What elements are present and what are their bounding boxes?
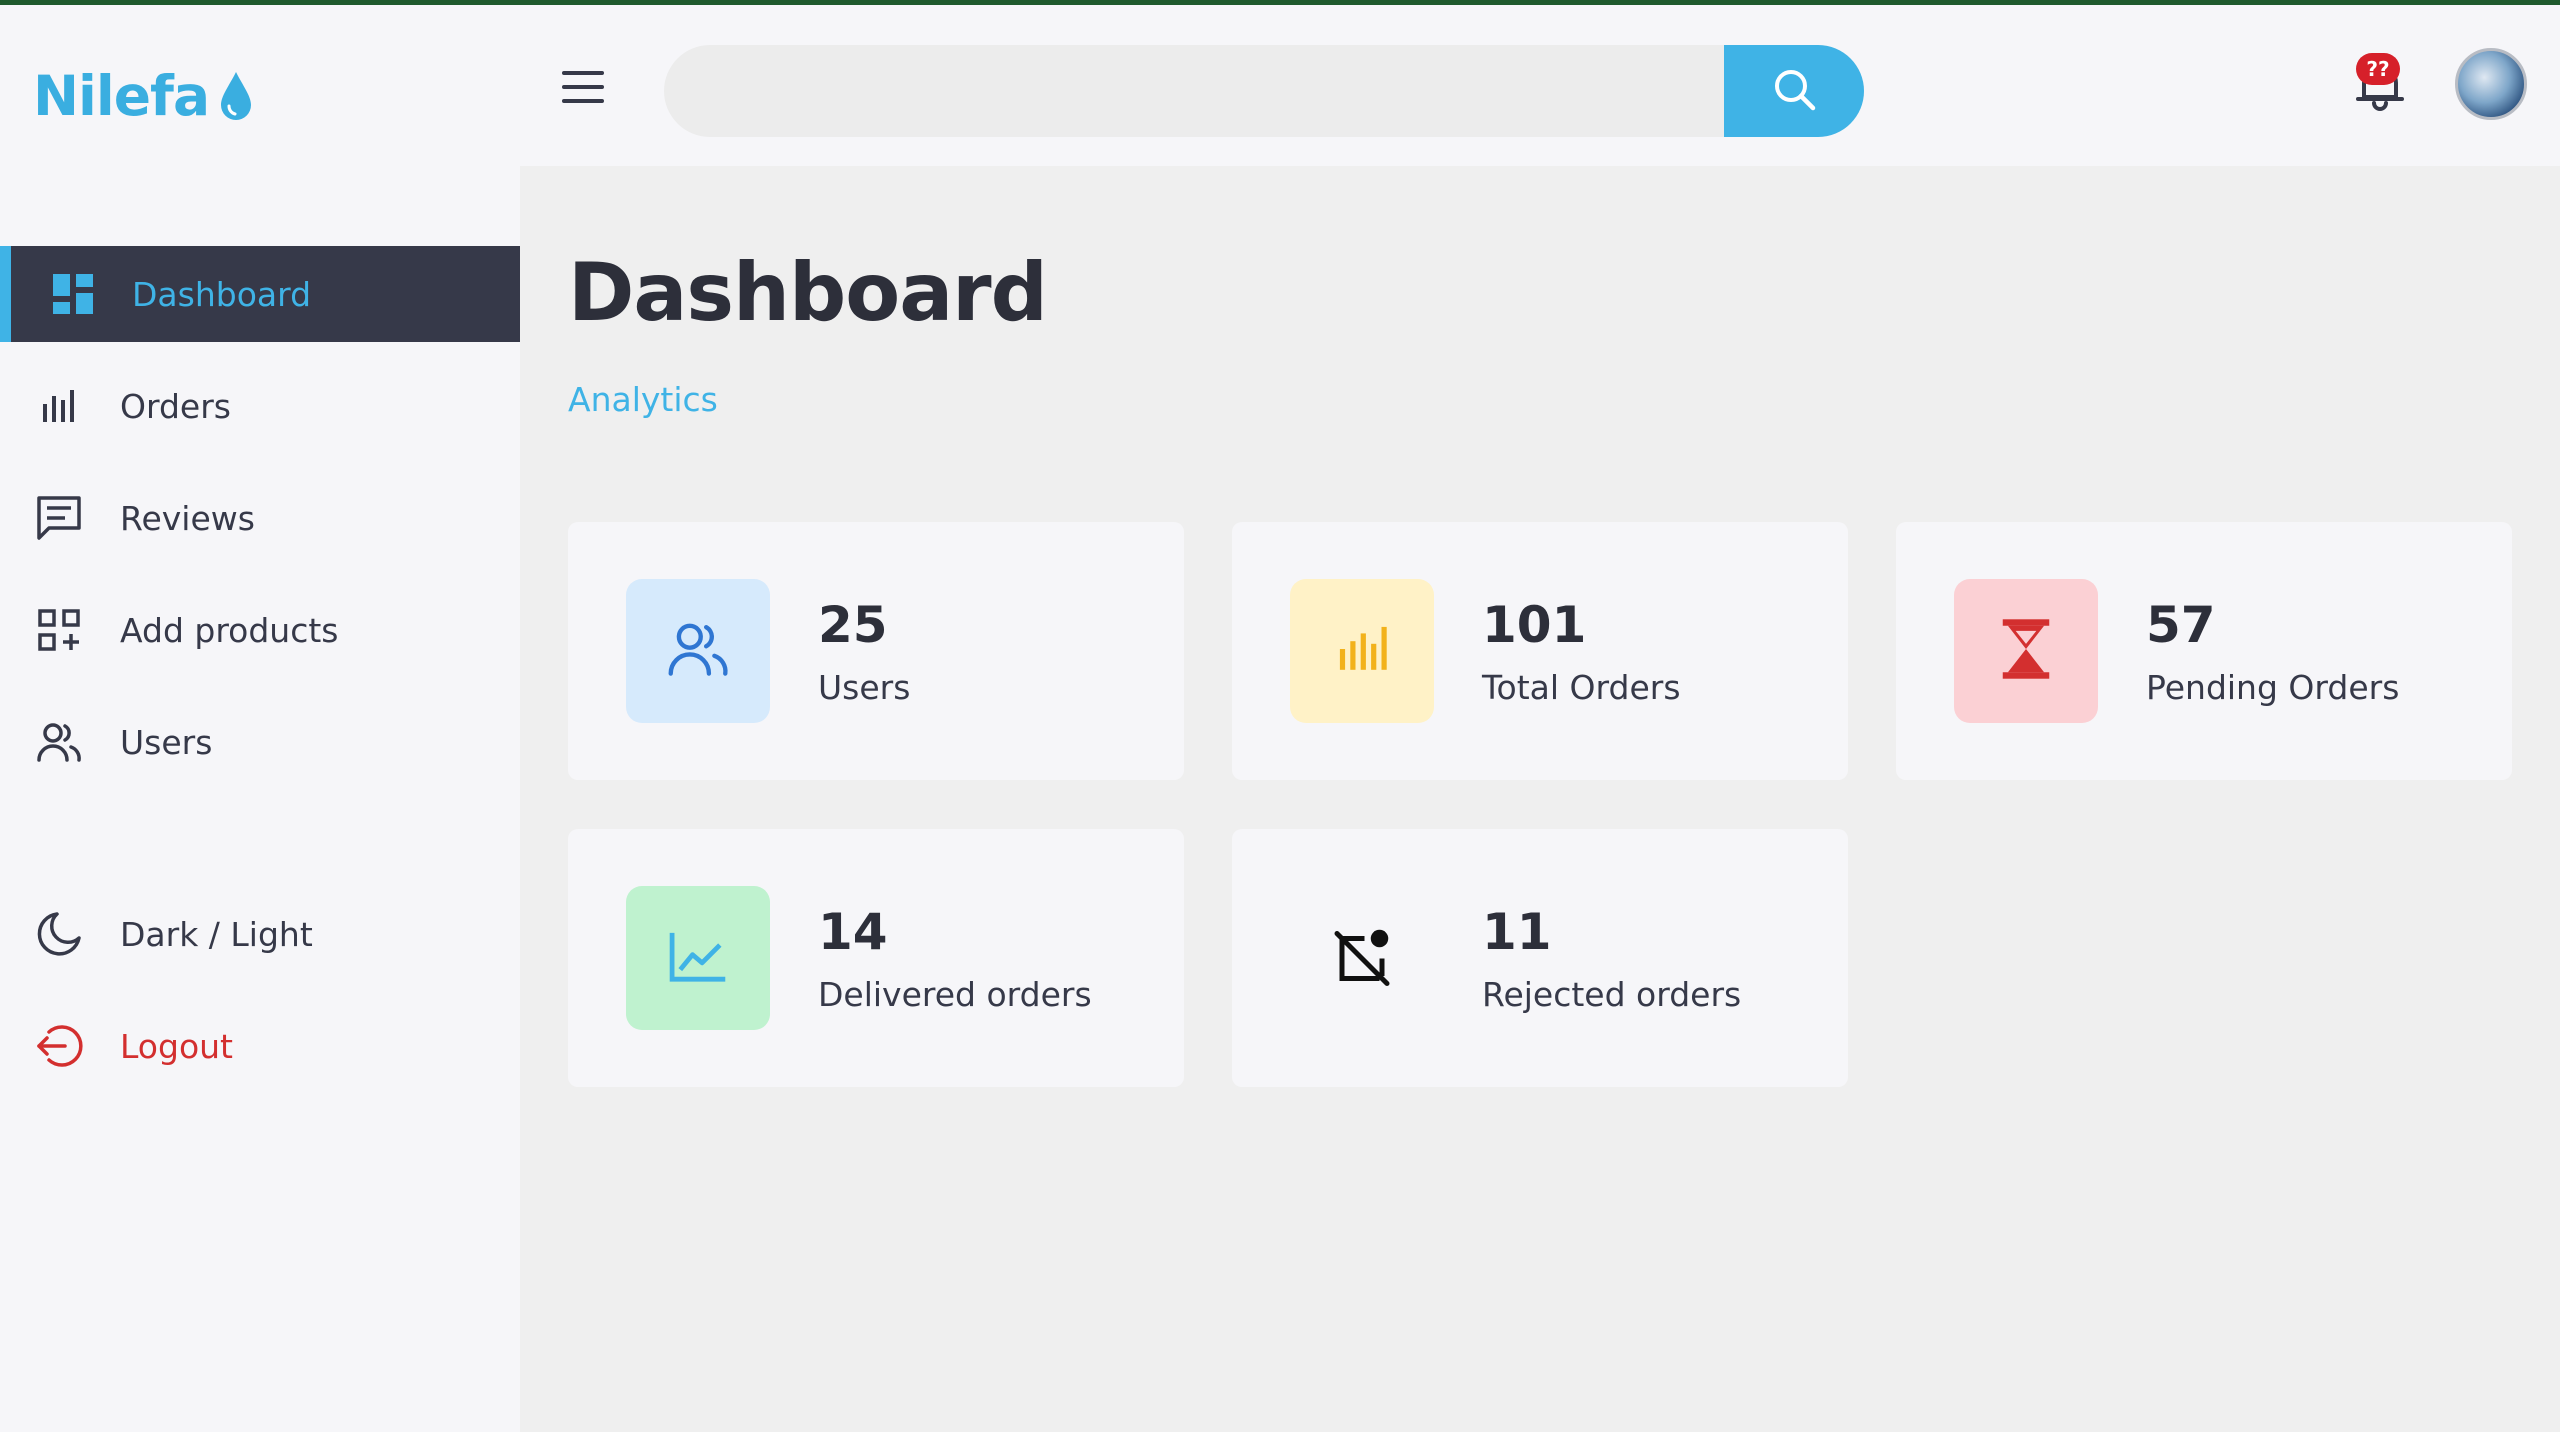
- hourglass-icon: [2000, 618, 2052, 684]
- bar-chart-icon: [1336, 623, 1388, 679]
- stat-value: 25: [818, 596, 888, 654]
- water-drop-icon: [219, 70, 253, 122]
- stat-card-rejected-orders[interactable]: 11 Rejected orders: [1232, 829, 1848, 1087]
- hamburger-icon: [560, 69, 606, 109]
- cancelled-doc-icon: [1332, 926, 1392, 990]
- sidebar-item-label: Dark / Light: [120, 914, 313, 954]
- stat-card-users[interactable]: 25 Users: [568, 522, 1184, 780]
- notifications-button[interactable]: ??: [2350, 53, 2410, 111]
- sidebar-item-label: Users: [120, 722, 213, 762]
- dark-light-toggle[interactable]: Dark / Light: [0, 886, 520, 982]
- stat-icon-tile: [1290, 579, 1434, 723]
- stat-value: 101: [1482, 596, 1587, 654]
- stat-label: Users: [818, 668, 911, 707]
- stat-icon-tile: [1954, 579, 2098, 723]
- avatar[interactable]: [2455, 48, 2527, 120]
- sidebar-item-dashboard[interactable]: Dashboard: [0, 246, 520, 342]
- stat-card-delivered-orders[interactable]: 14 Delivered orders: [568, 829, 1184, 1087]
- page-subtitle: Analytics: [568, 380, 718, 419]
- active-indicator: [0, 246, 11, 342]
- header: Nilefa ??: [0, 5, 2560, 166]
- sidebar-item-orders[interactable]: Orders: [0, 358, 520, 454]
- stat-card-pending-orders[interactable]: 57 Pending Orders: [1896, 522, 2512, 780]
- search-input[interactable]: [664, 45, 1724, 137]
- users-icon: [666, 619, 730, 683]
- stat-label: Delivered orders: [818, 975, 1092, 1014]
- notification-badge: ??: [2356, 53, 2400, 85]
- moon-icon: [34, 909, 84, 959]
- sidebar-item-label: Orders: [120, 386, 231, 426]
- users-icon: [34, 717, 84, 767]
- add-grid-icon: [34, 605, 84, 655]
- logout-button[interactable]: Logout: [0, 998, 520, 1094]
- stat-label: Pending Orders: [2146, 668, 2400, 707]
- sidebar-item-add-products[interactable]: Add products: [0, 582, 520, 678]
- search-button[interactable]: [1724, 45, 1864, 137]
- stat-value: 11: [1482, 903, 1552, 961]
- stat-value: 57: [2146, 596, 2216, 654]
- stat-label: Rejected orders: [1482, 975, 1742, 1014]
- sidebar-item-users[interactable]: Users: [0, 694, 520, 790]
- search-icon: [1771, 66, 1817, 116]
- menu-toggle-button[interactable]: [555, 65, 611, 113]
- stat-card-total-orders[interactable]: 101 Total Orders: [1232, 522, 1848, 780]
- page-title: Dashboard: [568, 246, 1048, 339]
- stat-value: 14: [818, 903, 888, 961]
- sidebar: Dashboard Orders Reviews Add products Us…: [0, 166, 520, 1432]
- bar-chart-icon: [34, 381, 84, 431]
- sidebar-item-reviews[interactable]: Reviews: [0, 470, 520, 566]
- logout-icon: [34, 1021, 84, 1071]
- trend-up-icon: [668, 928, 728, 988]
- sidebar-item-label: Dashboard: [132, 274, 312, 314]
- stat-icon-tile: [626, 886, 770, 1030]
- dashboard-icon: [48, 269, 98, 319]
- search-bar: [664, 45, 1864, 137]
- message-square-icon: [34, 493, 84, 543]
- brand-name: Nilefa: [33, 64, 210, 128]
- logo[interactable]: Nilefa: [33, 61, 253, 131]
- stat-label: Total Orders: [1482, 668, 1681, 707]
- sidebar-item-label: Reviews: [120, 498, 255, 538]
- main-content: Dashboard Analytics 25 Users 101 Total O…: [520, 166, 2560, 1432]
- sidebar-item-label: Logout: [120, 1026, 233, 1066]
- sidebar-item-label: Add products: [120, 610, 339, 650]
- stat-icon-tile: [626, 579, 770, 723]
- stat-icon-tile: [1290, 886, 1434, 1030]
